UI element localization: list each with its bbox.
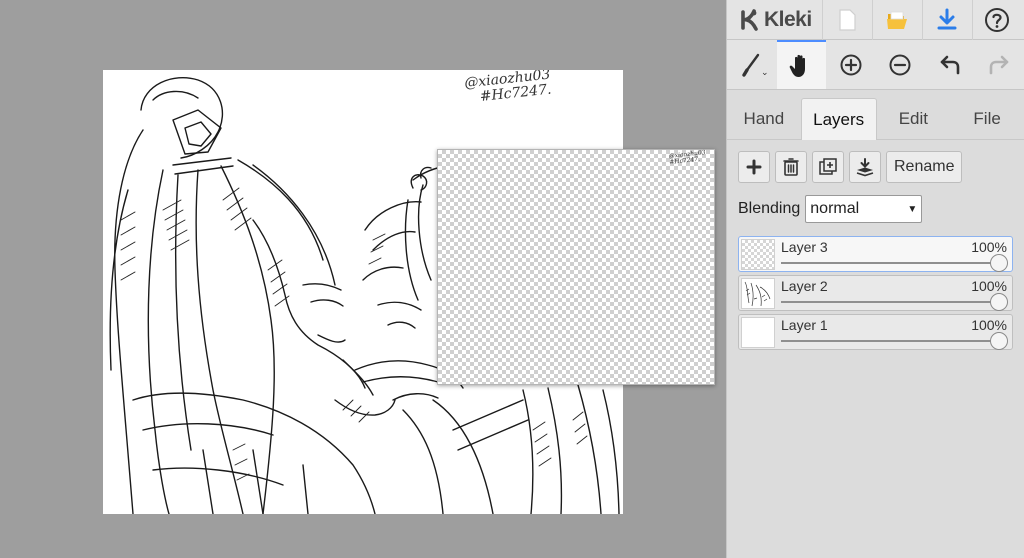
tab-hand[interactable]: Hand (727, 98, 801, 139)
tool-brush[interactable]: ⌄ (727, 40, 777, 89)
layer-opacity-slider[interactable] (781, 262, 998, 264)
app-name: Kleki (764, 7, 812, 31)
chevron-down-icon[interactable]: ⌄ (761, 67, 769, 78)
duplicate-icon (819, 158, 837, 175)
tool-zoom-out[interactable] (876, 40, 926, 89)
brush-icon (742, 53, 759, 77)
top-bar: Kleki (727, 0, 1024, 40)
layer-opacity-handle[interactable] (990, 293, 1008, 311)
tool-bar: ⌄ (727, 40, 1024, 90)
merge-down-icon (856, 158, 874, 177)
layer-row-1[interactable]: Layer 1 100% (738, 314, 1013, 350)
merge-layer-button[interactable] (849, 151, 881, 183)
tool-hand[interactable] (776, 40, 826, 89)
layer-opacity: 100% (971, 278, 1007, 294)
zoom-in-icon (840, 54, 862, 75)
rename-layer-button[interactable]: Rename (886, 151, 963, 183)
duplicate-layer-button[interactable] (812, 151, 844, 183)
open-image-button[interactable] (871, 0, 922, 40)
tab-file[interactable]: File (950, 98, 1024, 139)
layer-opacity: 100% (971, 239, 1007, 255)
delete-layer-button[interactable] (775, 151, 807, 183)
blending-mode-select[interactable]: normal ▼ (805, 195, 923, 223)
tool-undo[interactable] (925, 40, 975, 89)
layer-preview-popup: @xiaozhu03 #Hc7247. (437, 149, 715, 385)
layer-name: Layer 2 (781, 278, 828, 294)
chevron-down-icon: ▼ (907, 203, 918, 215)
canvas-workspace[interactable]: @xiaozhu03 #Hc7247. @xiaozhu03 #Hc7247. (0, 0, 726, 558)
help-button[interactable] (971, 0, 1022, 40)
tool-zoom-in[interactable] (826, 40, 876, 89)
blending-mode-value: normal (810, 200, 860, 217)
layer-row-2[interactable]: Layer 2 100% (738, 275, 1013, 311)
plus-icon (746, 159, 762, 175)
download-icon (937, 8, 957, 29)
layer-name: Layer 1 (781, 317, 828, 333)
new-image-icon (839, 8, 856, 31)
help-icon (985, 7, 1010, 32)
folder-open-icon (887, 11, 908, 29)
new-image-button[interactable] (821, 0, 872, 40)
layer-thumbnail (741, 239, 775, 270)
layer-name: Layer 3 (781, 239, 828, 255)
redo-icon (989, 55, 1009, 74)
undo-icon (940, 55, 960, 74)
trash-icon (783, 158, 799, 176)
preview-watermark-tag: #Hc7247. (668, 156, 701, 167)
save-image-button[interactable] (921, 0, 972, 40)
add-layer-button[interactable] (738, 151, 770, 183)
panel-tabs: Hand Layers Edit File (727, 98, 1024, 140)
kleki-logo[interactable]: Kleki (727, 0, 822, 40)
side-panel: Kleki ⌄ Hand Layers Edit File Rename Ble… (726, 0, 1024, 558)
layer-opacity: 100% (971, 317, 1007, 333)
layer-list: Layer 3 100% Layer 2 100% Layer 1 100% (727, 223, 1024, 350)
tab-layers[interactable]: Layers (800, 98, 877, 140)
blending-row: Blending normal ▼ (727, 183, 1024, 223)
layer-opacity-handle[interactable] (990, 254, 1008, 272)
preview-watermark: @xiaozhu03 #Hc7247. (668, 149, 706, 167)
layer-opacity-slider[interactable] (781, 301, 998, 303)
kleki-logo-icon (741, 8, 758, 31)
layer-opacity-handle[interactable] (990, 332, 1008, 350)
hand-icon (789, 54, 806, 77)
blending-label: Blending (738, 200, 801, 217)
layer-thumbnail (741, 278, 775, 309)
tab-edit[interactable]: Edit (877, 98, 951, 139)
layer-toolbar: Rename (727, 140, 1024, 183)
tool-redo[interactable] (975, 40, 1024, 89)
layer-row-3[interactable]: Layer 3 100% (738, 236, 1013, 272)
zoom-out-icon (889, 54, 911, 75)
layer-thumbnail (741, 317, 775, 348)
layer-opacity-slider[interactable] (781, 340, 998, 342)
layer-thumbnail-art (744, 281, 771, 307)
